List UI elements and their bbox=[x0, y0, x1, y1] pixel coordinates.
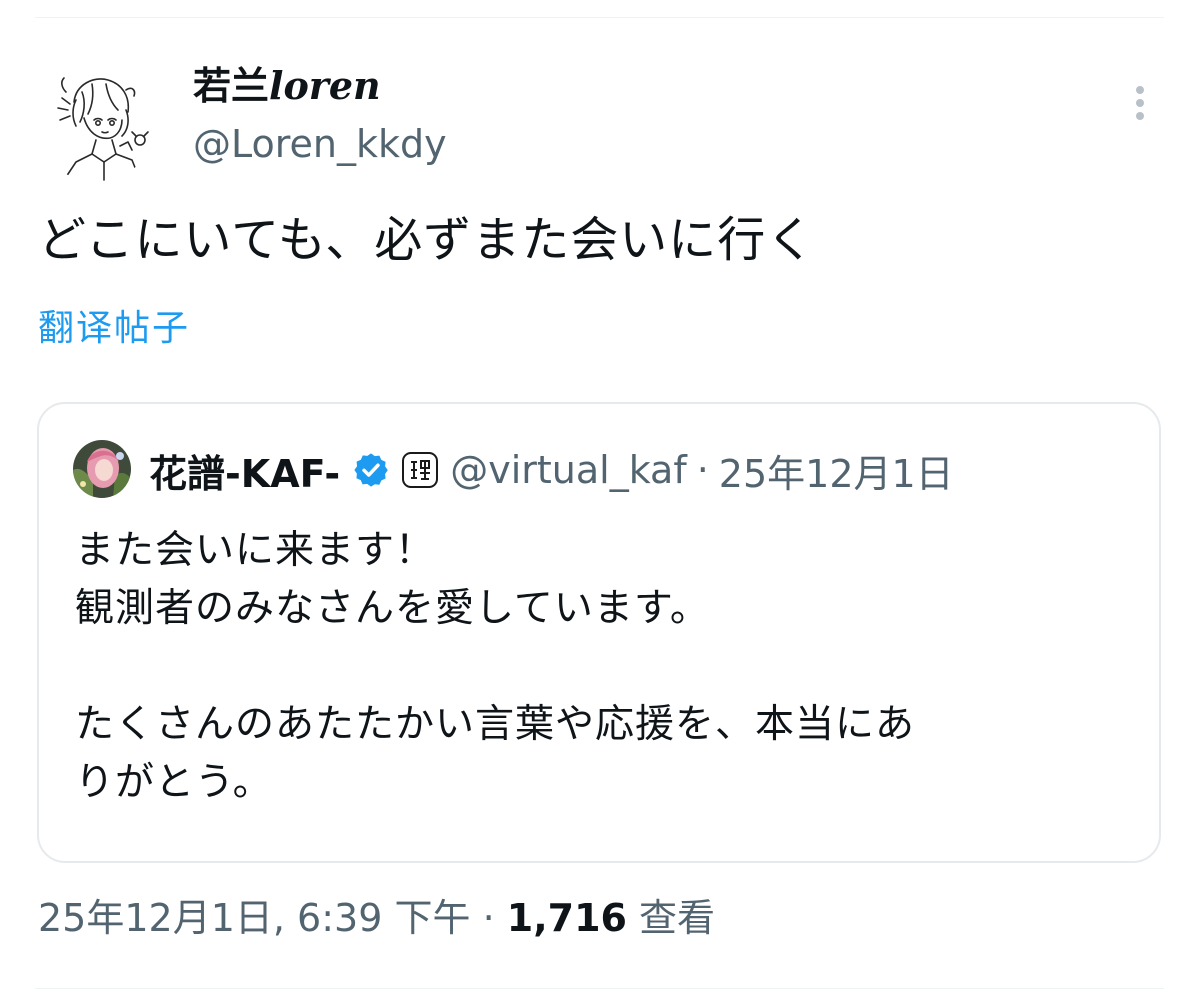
quote-header: 花譜-KAF- @virtual_kaf · 25年12月1日 bbox=[149, 442, 954, 498]
views-label: 查看 bbox=[639, 896, 716, 940]
quote-body-line bbox=[75, 638, 915, 696]
author-avatar[interactable] bbox=[36, 62, 156, 182]
more-options-icon[interactable] bbox=[1120, 80, 1160, 126]
quote-body: また会いに来ます！ 観測者のみなさんを愛しています。 たくさんのあたたかい言葉や… bbox=[75, 522, 915, 812]
tweet-timestamp[interactable]: 25年12月1日, 6:39 下午 bbox=[38, 896, 470, 940]
translate-post-link[interactable]: 翻译帖子 bbox=[38, 304, 190, 354]
quote-body-line: また会いに来ます！ bbox=[75, 528, 436, 573]
quote-header-separator: · bbox=[696, 448, 709, 492]
quote-body-line: 観測者のみなさんを愛しています。 bbox=[75, 586, 710, 631]
author-handle[interactable]: @Loren_kkdy bbox=[193, 119, 447, 169]
bottom-divider bbox=[35, 988, 1164, 989]
avatar-sketch-icon bbox=[57, 77, 149, 181]
author-name-cjk: 若兰 bbox=[193, 64, 270, 108]
views-count: 1,716 bbox=[506, 896, 627, 940]
author-name-latin: loren bbox=[269, 63, 381, 108]
verified-badge-icon bbox=[352, 451, 390, 489]
quote-body-line: たくさんのあたたかい言葉や応援を、本当にあ bbox=[75, 702, 916, 747]
quote-date[interactable]: 25年12月1日 bbox=[719, 443, 954, 498]
affiliation-badge-icon[interactable] bbox=[402, 452, 439, 488]
quote-handle[interactable]: @virtual_kaf bbox=[450, 448, 687, 492]
tweet-text: どこにいても、必ずまた会いに行く bbox=[38, 212, 816, 268]
top-divider bbox=[35, 17, 1164, 18]
quote-author-avatar[interactable] bbox=[73, 440, 131, 498]
tweet-meta-row: 25年12月1日, 6:39 下午 · 1,716 查看 bbox=[38, 890, 715, 946]
author-display-name[interactable]: 若兰loren bbox=[193, 60, 381, 112]
quote-display-name[interactable]: 花譜-KAF- bbox=[149, 443, 340, 498]
quoted-tweet-card[interactable]: 花譜-KAF- @virtual_kaf · 25年12月1日 また会いに来ます… bbox=[37, 402, 1161, 863]
quote-body-line: りがとう。 bbox=[75, 760, 273, 805]
quote-avatar-image-icon bbox=[73, 440, 131, 498]
meta-separator: · bbox=[482, 896, 495, 940]
